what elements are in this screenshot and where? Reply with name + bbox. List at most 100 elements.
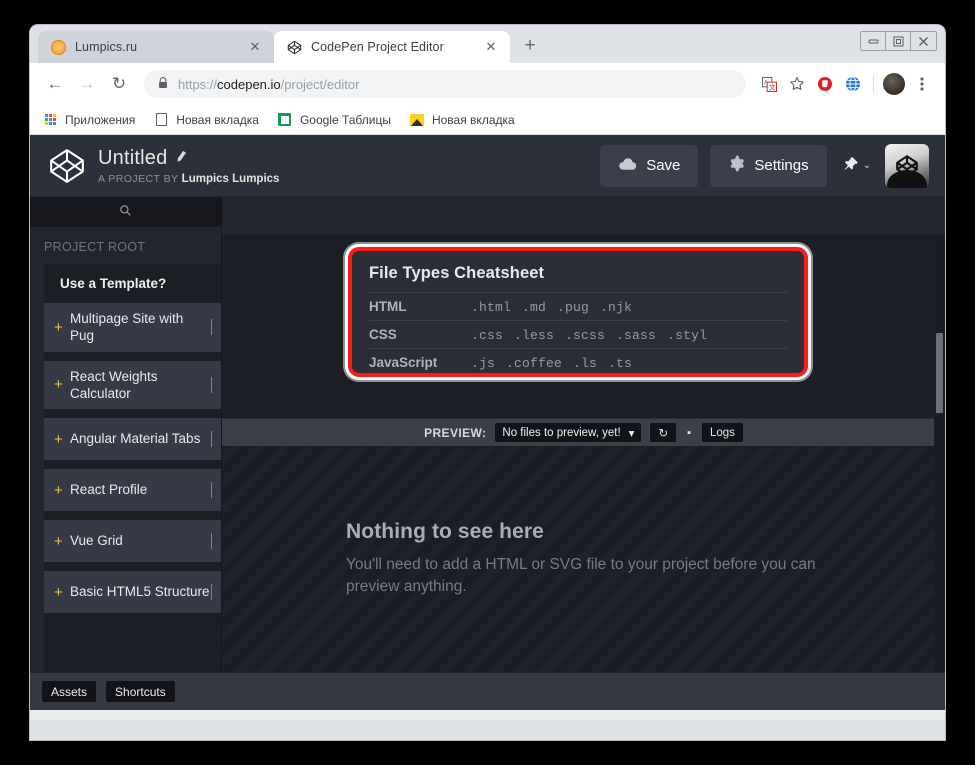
- templates-title: Use a Template?: [60, 276, 167, 291]
- editor-area: File Types Cheatsheet HTML .html .md .pug.…: [222, 235, 945, 418]
- ext: .njk: [600, 300, 633, 315]
- template-item-react-weights-calculator[interactable]: + React Weights Calculator: [44, 360, 221, 410]
- drag-handle-icon[interactable]: [210, 533, 212, 550]
- assets-button[interactable]: Assets: [42, 681, 97, 702]
- ext: .sass: [616, 328, 657, 343]
- byline-author[interactable]: Lumpics Lumpics: [182, 173, 280, 185]
- codepen-app: Untitled A PROJECT BY Lumpics Lumpics Sa…: [30, 135, 945, 710]
- settings-label: Settings: [754, 157, 809, 174]
- ext: .pug: [557, 300, 590, 315]
- back-icon[interactable]: ←: [40, 69, 70, 99]
- preview-file-select[interactable]: No files to preview, yet! ▾: [495, 423, 642, 442]
- page-icon: [153, 112, 169, 128]
- minimize-button[interactable]: [861, 32, 886, 50]
- globe-icon[interactable]: [840, 71, 866, 97]
- drag-handle-icon[interactable]: [210, 431, 212, 448]
- template-label: React Weights Calculator: [70, 368, 158, 401]
- browser-window: Lumpics.ru ✕ CodePen Project Editor ✕ +: [30, 25, 945, 740]
- pin-icon: [843, 156, 859, 176]
- ext: .coffee: [506, 356, 563, 371]
- bookmarks-bar: Приложения Новая вкладка Google Таблицы …: [30, 105, 945, 135]
- chrome-menu-icon[interactable]: [909, 71, 935, 97]
- settings-button[interactable]: Settings: [710, 144, 827, 187]
- template-item-vue-grid[interactable]: + Vue Grid: [44, 520, 221, 563]
- plus-icon: +: [54, 376, 63, 394]
- drag-handle-icon[interactable]: [210, 376, 212, 393]
- close-icon[interactable]: ✕: [482, 38, 500, 56]
- bookmark-apps[interactable]: Приложения: [42, 112, 135, 128]
- codepen-header: Untitled A PROJECT BY Lumpics Lumpics Sa…: [30, 135, 945, 197]
- cheatsheet-row-css: CSS .css .less .scss .sass .styl: [369, 320, 787, 348]
- search-input[interactable]: [30, 197, 221, 227]
- close-icon[interactable]: ✕: [246, 38, 264, 56]
- cheatsheet-extensions: .html .md .pug .njk: [471, 300, 643, 315]
- chevron-down-icon: ▾: [628, 427, 635, 440]
- editor-tab-strip: [222, 197, 945, 235]
- maximize-button[interactable]: [886, 32, 911, 50]
- profile-avatar[interactable]: [881, 71, 907, 97]
- bookmark-new-tab-1[interactable]: Новая вкладка: [153, 112, 259, 128]
- browser-toolbar: ← → ↻ https://codepen.io/project/editor …: [30, 63, 945, 105]
- pencil-icon[interactable]: [174, 149, 190, 167]
- drag-handle-icon[interactable]: [210, 584, 212, 601]
- template-item-react-profile[interactable]: + React Profile: [44, 469, 221, 512]
- cloud-icon: [618, 157, 637, 175]
- translate-icon[interactable]: A文: [756, 71, 782, 97]
- template-item-basic-html5-structure[interactable]: + Basic HTML5 Structure: [44, 571, 221, 614]
- new-tab-button[interactable]: +: [516, 32, 544, 60]
- preview-toolbar: PREVIEW: No files to preview, yet! ▾ ↻ ▪…: [222, 418, 945, 446]
- avatar[interactable]: [885, 143, 929, 188]
- chevron-down-icon: ⌄: [862, 160, 871, 171]
- cheatsheet-row-html: HTML .html .md .pug .njk: [369, 292, 787, 320]
- templates-panel: Use a Template? + Multipage Site with Pu…: [44, 264, 221, 672]
- cheatsheet-extensions: .css .less .scss .sass .styl: [471, 328, 718, 343]
- shortcuts-button[interactable]: Shortcuts: [106, 681, 175, 702]
- template-item-angular-material-tabs[interactable]: + Angular Material Tabs: [44, 418, 221, 461]
- drag-handle-icon[interactable]: [210, 319, 212, 336]
- reload-icon[interactable]: ↻: [104, 69, 134, 99]
- save-button[interactable]: Save: [600, 144, 699, 187]
- address-bar[interactable]: https://codepen.io/project/editor: [144, 70, 746, 98]
- template-label: React Profile: [70, 482, 148, 498]
- bookmark-star-icon[interactable]: [784, 71, 810, 97]
- image-icon: [409, 112, 425, 128]
- cheatsheet-language: HTML: [369, 299, 407, 314]
- ext: .less: [514, 328, 555, 343]
- adblock-icon[interactable]: [812, 71, 838, 97]
- template-label: Vue Grid: [70, 533, 123, 549]
- bookmark-new-tab-2[interactable]: Новая вкладка: [409, 112, 515, 128]
- plus-icon: +: [54, 532, 63, 550]
- save-label: Save: [646, 157, 681, 174]
- bookmark-label: Новая вкладка: [431, 112, 515, 127]
- window-bottom-strip: [30, 710, 945, 720]
- gear-icon: [728, 155, 745, 176]
- vertical-scrollbar[interactable]: [934, 235, 945, 672]
- drag-handle-icon[interactable]: [210, 482, 212, 499]
- logs-button[interactable]: Logs: [701, 423, 743, 442]
- plus-icon: +: [54, 430, 63, 448]
- bookmark-label: Google Таблицы: [299, 112, 391, 127]
- ext: .styl: [667, 328, 708, 343]
- preview-pane: Nothing to see here You'll need to add a…: [222, 446, 945, 672]
- template-label: Basic HTML5 Structure: [70, 584, 210, 600]
- cheatsheet-language: JavaScript: [369, 355, 438, 370]
- template-item-multipage-site-with-pug[interactable]: + Multipage Site with Pug: [44, 303, 221, 352]
- close-button[interactable]: [911, 32, 936, 50]
- forward-icon[interactable]: →: [72, 69, 102, 99]
- browser-tab-lumpics[interactable]: Lumpics.ru ✕: [38, 31, 274, 63]
- search-icon: [119, 204, 132, 220]
- scrollbar-thumb[interactable]: [936, 333, 943, 413]
- browser-tab-codepen[interactable]: CodePen Project Editor ✕: [274, 31, 510, 63]
- ext: .css: [471, 328, 504, 343]
- bookmark-google-sheets[interactable]: Google Таблицы: [277, 112, 391, 128]
- page-title[interactable]: Untitled: [98, 147, 167, 170]
- ext: .ts: [608, 356, 633, 371]
- tab-strip: Lumpics.ru ✕ CodePen Project Editor ✕ +: [30, 25, 945, 63]
- template-label: Multipage Site with Pug: [70, 311, 184, 344]
- pin-dropdown[interactable]: ⌄: [843, 156, 871, 176]
- refresh-icon[interactable]: ↻: [650, 423, 677, 442]
- plus-icon: +: [54, 481, 63, 499]
- lock-icon: [158, 76, 168, 92]
- empty-state-heading: Nothing to see here: [346, 520, 544, 543]
- url-text: https://codepen.io/project/editor: [178, 76, 360, 92]
